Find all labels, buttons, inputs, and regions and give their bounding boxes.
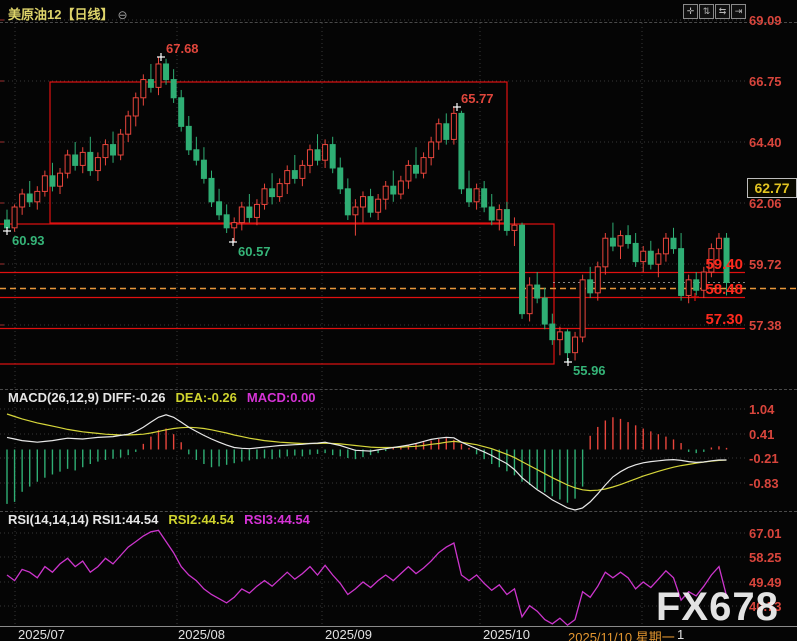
y-tick-label: 59.72 — [749, 257, 795, 272]
pan-tool-icon[interactable]: ✛ — [683, 4, 698, 19]
macd-y-tick: 0.41 — [749, 427, 795, 442]
y-tick-label: 64.40 — [749, 135, 795, 150]
macd-dea-value: DEA:-0.26 — [175, 390, 236, 405]
macd-y-tick: -0.21 — [749, 451, 795, 466]
macd-y-tick: -0.83 — [749, 476, 795, 491]
collapse-icon[interactable]: ⊖ — [117, 8, 127, 22]
x-axis-label: 2025/09 — [325, 627, 372, 641]
chart-title-bar: 美原油12【日线】 ⊖ — [8, 4, 128, 23]
rsi-y-tick: 58.25 — [749, 550, 795, 565]
detach-window-icon[interactable]: ⇥ — [731, 4, 746, 19]
macd-y-tick: 1.04 — [749, 402, 795, 417]
rsi-indicator-header[interactable]: RSI(14,14,14) RSI1:44.54 RSI2:44.54 RSI3:4… — [8, 512, 310, 527]
x-axis-label: 2025/08 — [178, 627, 225, 641]
fx678-watermark: FX678 — [656, 585, 779, 630]
swing-low-annotation: 55.96 — [573, 363, 606, 378]
y-tick-label: 66.75 — [749, 74, 795, 89]
x-axis-label: 2025/10 — [483, 627, 530, 641]
scale-y-axis-icon[interactable]: ⇅ — [699, 4, 714, 19]
swing-high-annotation: 65.77 — [461, 91, 494, 106]
hline-price-label[interactable]: 57.30 — [697, 311, 743, 328]
macd-title: MACD(26,12,9) DIFF:-0.26 — [8, 390, 165, 405]
macd-hist-value: MACD:0.00 — [247, 390, 316, 405]
hline-price-label[interactable]: 58.48 — [697, 281, 743, 298]
rsi3-value: RSI3:44.54 — [244, 512, 310, 527]
price-alert-label[interactable]: 62.77 — [747, 178, 797, 198]
y-tick-label: 57.38 — [749, 318, 795, 333]
price-chart-canvas[interactable] — [0, 0, 797, 641]
swing-low-annotation: 60.57 — [238, 244, 271, 259]
symbol-timeframe-title: 美原油12【日线】 — [8, 7, 113, 22]
y-tick-label: 62.06 — [749, 196, 795, 211]
hline-price-label[interactable]: 59.40 — [697, 256, 743, 273]
macd-indicator-header[interactable]: MACD(26,12,9) DIFF:-0.26 DEA:-0.26 MACD:0.… — [8, 390, 316, 405]
rsi-title: RSI(14,14,14) RSI1:44.54 — [8, 512, 158, 527]
scale-x-axis-icon[interactable]: ⇆ — [715, 4, 730, 19]
rsi-y-tick: 67.01 — [749, 526, 795, 541]
y-tick-label: 69.09 — [749, 13, 795, 28]
swing-low-annotation: 60.93 — [12, 233, 45, 248]
x-axis-label: 2025/07 — [18, 627, 65, 641]
rsi2-value: RSI2:44.54 — [168, 512, 234, 527]
swing-high-annotation: 67.68 — [166, 41, 199, 56]
trading-app-window: 美原油12【日线】 ⊖ ✛ ⇅ ⇆ ⇥ 69.09 66.75 64.40 62.… — [0, 0, 797, 641]
